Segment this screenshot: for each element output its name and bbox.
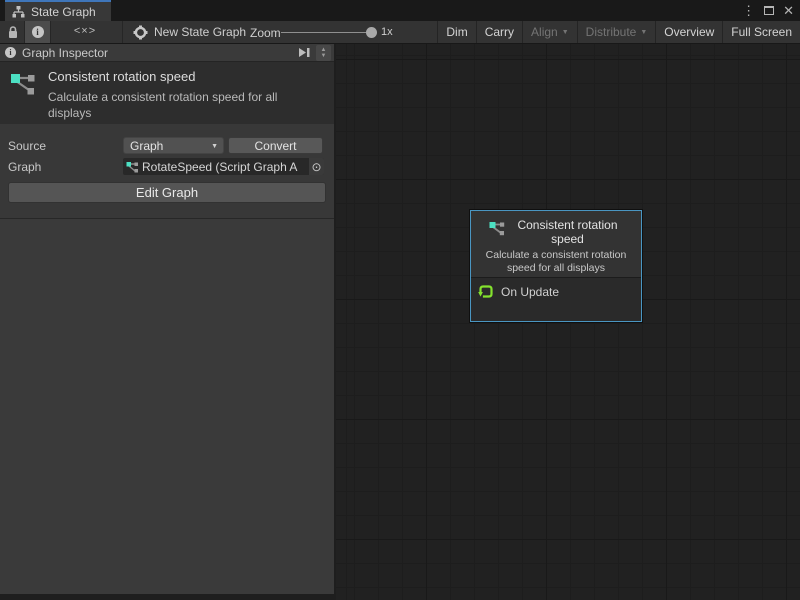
graph-row: Graph RotateSpeed (Script Graph A ⊙ xyxy=(8,158,326,175)
zoom-label: Zoom xyxy=(250,26,281,40)
new-state-graph-label: New State Graph xyxy=(154,25,246,39)
graph-title: Consistent rotation speed xyxy=(48,69,316,84)
edit-graph-button[interactable]: Edit Graph xyxy=(8,182,326,203)
align-label: Align xyxy=(531,25,558,39)
graph-object-field[interactable]: RotateSpeed (Script Graph A ⊙ xyxy=(123,158,324,175)
inspector-bottom-strip xyxy=(0,594,334,600)
code-view-icon[interactable]: <×> xyxy=(70,25,100,37)
inspector-empty-area xyxy=(0,218,334,594)
edit-graph-label: Edit Graph xyxy=(136,185,198,200)
full-screen-button[interactable]: Full Screen xyxy=(722,21,800,43)
source-dropdown[interactable]: Graph ▼ xyxy=(123,137,224,154)
panel-scrubber[interactable]: ▲ ▼ xyxy=(316,45,331,61)
more-menu-icon[interactable]: ⋮ xyxy=(742,0,755,21)
graph-toolbar: i <×> New State Graph Zoom 1x Dim xyxy=(0,21,800,44)
zoom-slider-track[interactable] xyxy=(281,32,373,33)
graph-description: Calculate a consistent rotation speed fo… xyxy=(48,89,316,121)
dock-panel-icon[interactable] xyxy=(298,47,311,58)
graph-field-label: Graph xyxy=(8,160,123,174)
close-icon[interactable]: ✕ xyxy=(783,0,794,21)
full-screen-label: Full Screen xyxy=(731,25,792,39)
unity-window: State Graph ⋮ ✕ i <×> xyxy=(0,0,800,600)
new-state-graph-button[interactable]: New State Graph xyxy=(133,21,246,43)
state-node-header: Consistent rotation speed Calculate a co… xyxy=(471,211,641,278)
align-button[interactable]: Align ▼ xyxy=(522,21,577,43)
convert-button[interactable]: Convert xyxy=(228,137,323,154)
graph-canvas[interactable]: Consistent rotation speed Calculate a co… xyxy=(336,44,800,600)
source-row: Source Graph ▼ Convert xyxy=(8,137,326,154)
graph-object-value: RotateSpeed (Script Graph A xyxy=(142,160,309,174)
dim-label: Dim xyxy=(446,25,467,39)
titlebar: State Graph ⋮ ✕ xyxy=(0,0,800,21)
dim-button[interactable]: Dim xyxy=(437,21,475,43)
zoom-slider-handle[interactable] xyxy=(366,27,377,38)
chevron-down-icon: ▼ xyxy=(562,29,569,36)
inspector-toggle-button[interactable]: i xyxy=(24,21,51,43)
scrub-down-icon: ▼ xyxy=(321,53,327,59)
graph-inspector-header: i Graph Inspector ▲ ▼ xyxy=(0,44,334,62)
carry-label: Carry xyxy=(485,25,514,39)
info-icon: i xyxy=(32,26,44,38)
graph-summary-text: Consistent rotation speed Calculate a co… xyxy=(48,69,316,124)
carry-button[interactable]: Carry xyxy=(476,21,522,43)
graph-unit-icon xyxy=(133,25,148,40)
on-update-label: On Update xyxy=(501,285,559,299)
state-node-body: On Update xyxy=(471,278,641,321)
state-node-title: Consistent rotation speed xyxy=(512,218,624,246)
distribute-button[interactable]: Distribute ▼ xyxy=(577,21,656,43)
window-controls: ⋮ ✕ xyxy=(742,0,794,21)
state-node[interactable]: Consistent rotation speed Calculate a co… xyxy=(470,210,642,322)
maximize-icon[interactable] xyxy=(764,6,774,15)
chevron-down-icon: ▼ xyxy=(211,143,218,150)
inspector-fields: Source Graph ▼ Convert Graph xyxy=(0,124,334,175)
source-label: Source xyxy=(8,139,123,153)
chevron-down-icon: ▼ xyxy=(640,29,647,36)
script-graph-icon xyxy=(126,161,139,173)
update-event-icon xyxy=(478,284,494,299)
object-picker-icon[interactable]: ⊙ xyxy=(309,158,324,175)
content-area: i Graph Inspector ▲ ▼ xyxy=(0,44,800,600)
lock-icon[interactable] xyxy=(7,26,19,39)
state-graph-icon xyxy=(10,69,37,124)
state-node-description: Calculate a consistent rotation speed fo… xyxy=(471,249,641,275)
tab-state-graph[interactable]: State Graph xyxy=(5,0,111,21)
state-graph-icon xyxy=(489,220,506,236)
zoom-value: 1x xyxy=(381,26,393,38)
distribute-label: Distribute xyxy=(586,25,637,39)
overview-label: Overview xyxy=(664,25,714,39)
source-dropdown-value: Graph xyxy=(130,139,163,153)
graph-summary: Consistent rotation speed Calculate a co… xyxy=(0,62,334,124)
info-icon: i xyxy=(5,47,16,58)
graph-inspector-panel: i Graph Inspector ▲ ▼ xyxy=(0,44,336,600)
graph-inspector-title: Graph Inspector xyxy=(22,46,108,60)
convert-label: Convert xyxy=(254,139,296,153)
overview-button[interactable]: Overview xyxy=(655,21,722,43)
tab-label: State Graph xyxy=(31,5,96,19)
state-graph-tab-icon xyxy=(12,6,25,18)
on-update-row: On Update xyxy=(478,284,634,299)
toolbar-separator xyxy=(122,21,123,43)
toolbar-right-group: Dim Carry Align ▼ Distribute ▼ Overview … xyxy=(437,21,800,43)
